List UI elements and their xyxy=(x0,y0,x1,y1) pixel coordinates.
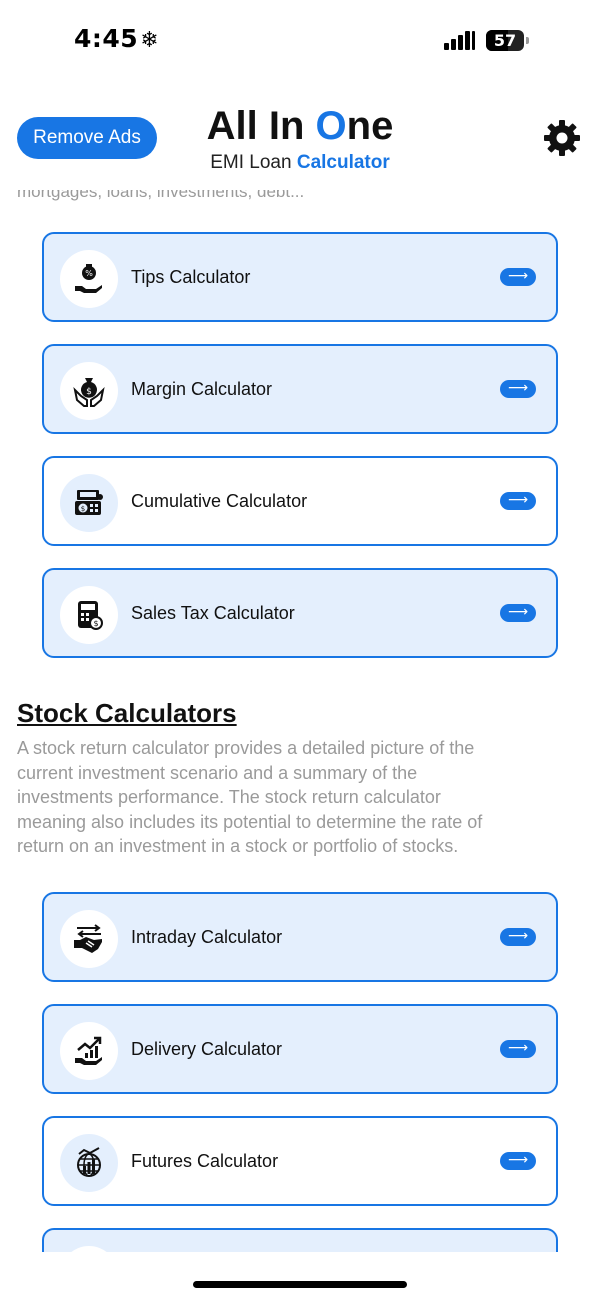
card-label: Tips Calculator xyxy=(131,267,251,287)
card-tips-calculator[interactable]: % Tips Calculator ⟶ xyxy=(42,232,558,322)
status-time: 4:45❄ xyxy=(74,24,159,53)
clock: 4:45 xyxy=(74,24,139,53)
card-label: Intraday Calculator xyxy=(131,927,283,947)
arrow-right-icon[interactable]: ⟶ xyxy=(500,1152,536,1170)
growth-hand-icon xyxy=(60,1022,118,1080)
home-indicator[interactable] xyxy=(193,1281,407,1288)
section-description-cut: mortgages, loans, investments, debt... xyxy=(17,190,305,201)
money-bag-hands-icon: $ xyxy=(60,362,118,420)
card-label: Delivery Calculator xyxy=(131,1039,283,1059)
status-bar: 4:45❄ 57 xyxy=(0,0,600,80)
card-margin-calculator[interactable]: $ Margin Calculator ⟶ xyxy=(42,344,558,434)
calculator-list[interactable]: mortgages, loans, investments, debt... %… xyxy=(0,190,600,1252)
svg-text:$: $ xyxy=(86,387,92,397)
card-label: Margin Calculator xyxy=(131,379,273,399)
card-label: Futures Calculator xyxy=(131,1151,279,1171)
card-label: Cumulative Calculator xyxy=(131,491,308,511)
app-subtitle: EMI Loan Calculator xyxy=(210,152,390,173)
card-delivery-calculator[interactable]: Delivery Calculator ⟶ xyxy=(42,1004,558,1094)
card-icon-partial xyxy=(60,1246,118,1252)
arrow-right-icon[interactable]: ⟶ xyxy=(500,928,536,946)
card-cumulative-calculator[interactable]: $ Cumulative Calculator ⟶ xyxy=(42,456,558,546)
card-sales-tax-calculator[interactable]: $ Sales Tax Calculator ⟶ xyxy=(42,568,558,658)
tax-calculator-icon: $ xyxy=(60,586,118,644)
card-futures-calculator[interactable]: Futures Calculator ⟶ xyxy=(42,1116,558,1206)
tips-hand-icon: % xyxy=(60,250,118,308)
card-partial[interactable] xyxy=(42,1228,558,1252)
section-title-stock: Stock Calculators xyxy=(17,698,237,728)
svg-text:$: $ xyxy=(81,505,85,513)
arrow-right-icon[interactable]: ⟶ xyxy=(500,492,536,510)
arrow-right-icon[interactable]: ⟶ xyxy=(500,380,536,398)
card-intraday-calculator[interactable]: Intraday Calculator ⟶ xyxy=(42,892,558,982)
cash-register-icon: $ xyxy=(60,474,118,532)
app-header: Remove Ads All In One EMI Loan Calculato… xyxy=(0,100,600,190)
battery-tip xyxy=(526,37,529,44)
card-label: Sales Tax Calculator xyxy=(131,603,295,623)
gear-icon[interactable] xyxy=(542,118,582,158)
svg-text:$: $ xyxy=(93,619,98,628)
handshake-icon xyxy=(60,910,118,968)
arrow-right-icon[interactable]: ⟶ xyxy=(500,604,536,622)
arrow-right-icon[interactable]: ⟶ xyxy=(500,1040,536,1058)
snowflake-icon: ❄ xyxy=(140,28,160,53)
globe-chart-icon xyxy=(60,1134,118,1192)
signal-icon xyxy=(444,30,478,50)
battery-icon: 57 xyxy=(486,30,524,51)
section-description-stock: A stock return calculator provides a det… xyxy=(17,738,483,856)
app-title: All In One xyxy=(206,104,394,148)
arrow-right-icon[interactable]: ⟶ xyxy=(500,268,536,286)
battery-level: 57 xyxy=(493,31,517,50)
svg-text:%: % xyxy=(85,269,93,278)
